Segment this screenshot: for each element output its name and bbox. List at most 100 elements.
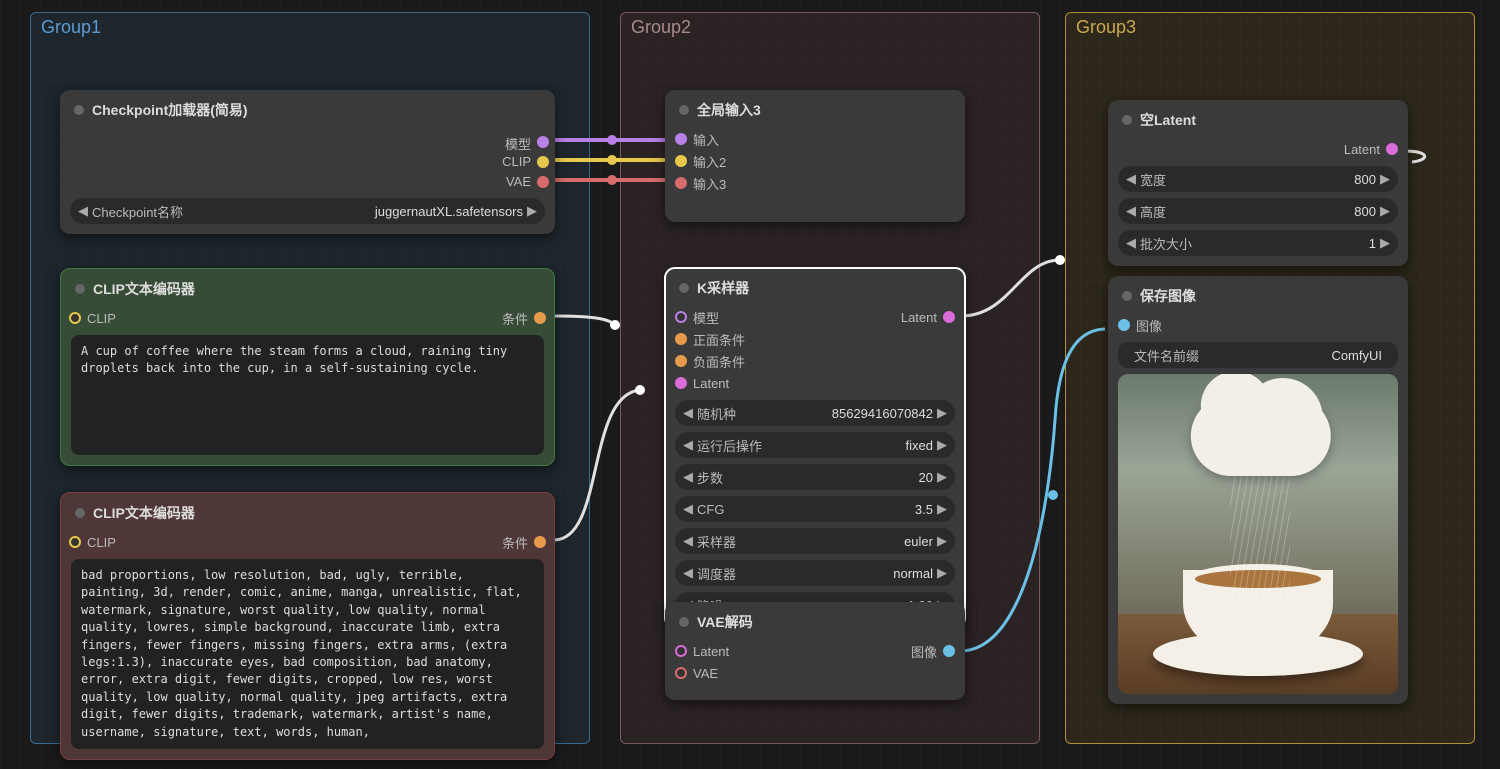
input-pos-port[interactable]	[675, 333, 687, 345]
output-clip-label: CLIP	[502, 154, 531, 169]
input-image-port[interactable]	[1118, 319, 1130, 331]
widget-value: 800	[1166, 172, 1376, 187]
chevron-left-icon[interactable]: ◀	[683, 469, 693, 485]
negative-prompt-text[interactable]: bad proportions, low resolution, bad, ug…	[71, 559, 544, 749]
collapse-dot[interactable]	[679, 105, 689, 115]
input1-port[interactable]	[675, 133, 687, 145]
node-checkpoint-loader[interactable]: Checkpoint加载器(简易) ◀ Checkpoint名称 juggern…	[60, 90, 555, 234]
scheduler-widget[interactable]: ◀调度器normal▶	[675, 560, 955, 586]
node-title: CLIP文本编码器	[93, 503, 195, 523]
input2-port[interactable]	[675, 155, 687, 167]
node-vae-decode[interactable]: VAE解码 Latent VAE 图像	[665, 602, 965, 700]
filename-prefix-widget[interactable]: 文件名前缀 ComfyUI	[1118, 342, 1398, 368]
collapse-dot[interactable]	[1122, 291, 1132, 301]
input-clip-port[interactable]	[69, 536, 81, 548]
chevron-left-icon[interactable]: ◀	[1126, 235, 1136, 251]
output-vae-port[interactable]	[537, 176, 549, 188]
output-image-label: 图像	[911, 642, 937, 661]
collapse-dot[interactable]	[1122, 115, 1132, 125]
output-image-port[interactable]	[943, 645, 955, 657]
widget-value: 85629416070842	[736, 406, 933, 421]
widget-value: 20	[723, 470, 933, 485]
height-widget[interactable]: ◀高度800 ▶	[1118, 198, 1398, 224]
widget-value: 1	[1192, 236, 1376, 251]
chevron-left-icon[interactable]: ◀	[683, 437, 693, 453]
chevron-right-icon[interactable]: ▶	[937, 565, 947, 581]
chevron-right-icon[interactable]: ▶	[937, 437, 947, 453]
input-vae-port[interactable]	[675, 667, 687, 679]
input-pos-label: 正面条件	[693, 330, 745, 349]
chevron-right-icon[interactable]: ▶	[1380, 235, 1390, 251]
chevron-right-icon[interactable]: ▶	[1380, 171, 1390, 187]
node-empty-latent[interactable]: 空Latent Latent ◀宽度800▶ ◀高度800▶ ◀批次大小1▶	[1108, 100, 1408, 266]
chevron-right-icon[interactable]: ▶	[527, 203, 537, 219]
node-title: 全局输入3	[697, 100, 761, 120]
widget-value: 800	[1166, 204, 1376, 219]
node-save-image[interactable]: 保存图像 图像 文件名前缀 ComfyUI	[1108, 276, 1408, 704]
node-title: Checkpoint加载器(简易)	[92, 100, 248, 120]
output-clip-port[interactable]	[537, 156, 549, 168]
node-clip-encode-negative[interactable]: CLIP文本编码器 CLIP 条件 bad proportions, low r…	[60, 492, 555, 760]
collapse-dot[interactable]	[679, 617, 689, 627]
node-title: K采样器	[697, 278, 749, 298]
input-clip-label: CLIP	[87, 311, 116, 326]
widget-value: 3.5	[724, 502, 933, 517]
node-title: VAE解码	[697, 612, 753, 632]
chevron-left-icon[interactable]: ◀	[78, 203, 88, 219]
width-widget[interactable]: ◀宽度800▶	[1118, 166, 1398, 192]
chevron-left-icon[interactable]: ◀	[683, 501, 693, 517]
node-title: CLIP文本编码器	[93, 279, 195, 299]
widget-label: 高度	[1140, 202, 1166, 221]
input-clip-port[interactable]	[69, 312, 81, 324]
input-neg-port[interactable]	[675, 355, 687, 367]
input-latent-port[interactable]	[675, 377, 687, 389]
output-latent-port[interactable]	[943, 311, 955, 323]
input-image-label: 图像	[1136, 316, 1162, 335]
chevron-right-icon[interactable]: ▶	[937, 533, 947, 549]
after-widget[interactable]: ◀运行后操作fixed▶	[675, 432, 955, 458]
widget-label: 调度器	[697, 564, 736, 583]
input-neg-label: 负面条件	[693, 352, 745, 371]
chevron-right-icon[interactable]: ▶	[1380, 203, 1390, 219]
node-title: 保存图像	[1140, 286, 1196, 306]
input-model-port[interactable]	[675, 311, 687, 323]
input-model-label: 模型	[693, 308, 719, 327]
node-clip-encode-positive[interactable]: CLIP文本编码器 CLIP 条件 A cup of coffee where …	[60, 268, 555, 466]
collapse-dot[interactable]	[75, 284, 85, 294]
seed-widget[interactable]: ◀随机种85629416070842▶	[675, 400, 955, 426]
chevron-left-icon[interactable]: ◀	[1126, 203, 1136, 219]
collapse-dot[interactable]	[75, 508, 85, 518]
chevron-left-icon[interactable]: ◀	[683, 533, 693, 549]
generated-image-preview[interactable]	[1118, 374, 1398, 694]
output-cond-port[interactable]	[534, 312, 546, 324]
checkpoint-name-widget[interactable]: ◀ Checkpoint名称 juggernautXL.safetensors …	[70, 198, 545, 224]
node-global-input[interactable]: 全局输入3 输入 输入2 输入3	[665, 90, 965, 222]
input3-label: 输入3	[693, 174, 726, 193]
batch-widget[interactable]: ◀批次大小1▶	[1118, 230, 1398, 256]
chevron-left-icon[interactable]: ◀	[683, 405, 693, 421]
output-latent-port[interactable]	[1386, 143, 1398, 155]
chevron-left-icon[interactable]: ◀	[1126, 171, 1136, 187]
collapse-dot[interactable]	[679, 283, 689, 293]
sampler-widget[interactable]: ◀采样器euler▶	[675, 528, 955, 554]
widget-value: juggernautXL.safetensors	[183, 204, 523, 219]
collapse-dot[interactable]	[74, 105, 84, 115]
node-title: 空Latent	[1140, 110, 1196, 130]
steps-widget[interactable]: ◀步数20▶	[675, 464, 955, 490]
widget-label: 文件名前缀	[1134, 346, 1199, 365]
chevron-right-icon[interactable]: ▶	[937, 405, 947, 421]
cfg-widget[interactable]: ◀CFG3.5▶	[675, 496, 955, 522]
input-clip-label: CLIP	[87, 535, 116, 550]
chevron-left-icon[interactable]: ◀	[683, 565, 693, 581]
input3-port[interactable]	[675, 177, 687, 189]
output-cond-port[interactable]	[534, 536, 546, 548]
chevron-right-icon[interactable]: ▶	[937, 469, 947, 485]
output-model-port[interactable]	[537, 136, 549, 148]
node-ksampler[interactable]: K采样器 模型 正面条件 负面条件 Latent Latent ◀随机种8562…	[665, 268, 965, 628]
group-1-label: Group1	[41, 17, 101, 38]
input-latent-port[interactable]	[675, 645, 687, 657]
input-latent-label: Latent	[693, 376, 729, 391]
chevron-right-icon[interactable]: ▶	[937, 501, 947, 517]
prompt-text[interactable]: A cup of coffee where the steam forms a …	[71, 335, 544, 455]
widget-value: euler	[736, 534, 933, 549]
